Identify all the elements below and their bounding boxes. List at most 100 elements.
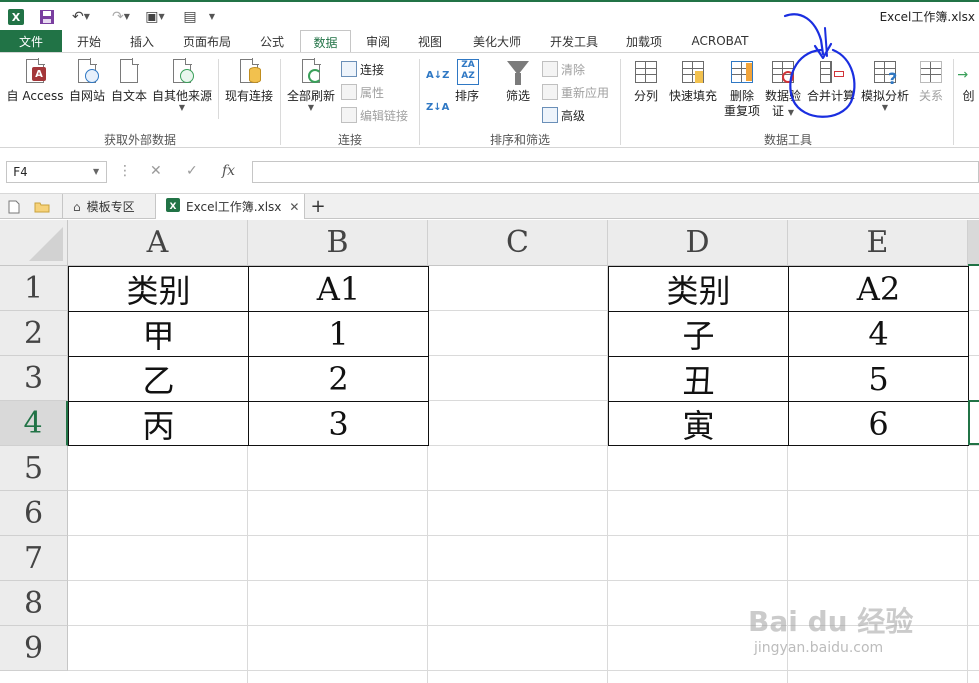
formula-input[interactable] xyxy=(252,161,979,183)
remove-duplicates-button[interactable]: 删除 重复项 xyxy=(722,53,762,119)
tab-review[interactable]: 审阅 xyxy=(356,30,400,52)
relationships-button[interactable]: 关系 xyxy=(914,53,948,104)
active-cell-f4[interactable] xyxy=(968,400,979,445)
row-header-2[interactable]: 2 xyxy=(0,311,68,356)
insert-function-icon[interactable]: fx xyxy=(222,163,235,179)
chevron-down-icon[interactable]: ▼ xyxy=(93,167,99,176)
tab-addins[interactable]: 加载项 xyxy=(616,30,672,52)
ribbon-separator xyxy=(218,59,219,119)
tab-page-layout[interactable]: 页面布局 xyxy=(172,30,242,52)
tab-beautify[interactable]: 美化大师 xyxy=(462,30,532,52)
new-file-icon[interactable] xyxy=(8,194,26,219)
row-header-1[interactable]: 1 xyxy=(0,266,68,311)
toolbox-icon[interactable]: ▣ ▼ xyxy=(140,7,170,27)
advanced-filter-button[interactable]: 高级 xyxy=(542,105,585,125)
clear-filter-button[interactable]: 清除 xyxy=(542,59,585,79)
row-header-8[interactable]: 8 xyxy=(0,581,68,626)
tab-file[interactable]: 文件 xyxy=(0,30,62,52)
add-tab-button[interactable]: + xyxy=(308,194,328,219)
table2-row3-value[interactable]: 6 xyxy=(788,401,969,446)
column-header-b[interactable]: B xyxy=(248,220,428,266)
connections-button[interactable]: 连接 xyxy=(341,59,384,79)
row-header-7[interactable]: 7 xyxy=(0,536,68,581)
table1-row1-value[interactable]: 1 xyxy=(248,311,429,357)
row-header-9[interactable]: 9 xyxy=(0,626,68,671)
table2-row2-category[interactable]: 丑 xyxy=(608,356,789,402)
sort-descending-button[interactable]: Z↓A xyxy=(426,97,449,117)
column-header-e[interactable]: E xyxy=(788,220,968,266)
sort-button[interactable]: ZA AZ 排序 xyxy=(450,53,484,104)
ribbon-tab-row: 文件 开始 插入 页面布局 公式 数据 审阅 视图 美化大师 开发工具 加载项 … xyxy=(0,30,979,53)
table2-row1-category[interactable]: 子 xyxy=(608,311,789,357)
column-header-a[interactable]: A xyxy=(68,220,248,266)
data-validation-button[interactable]: 数据验 证 ▼ xyxy=(763,53,803,119)
flash-fill-icon xyxy=(679,57,707,87)
table1-header-a1[interactable]: A1 xyxy=(248,266,429,312)
table2-header-category[interactable]: 类别 xyxy=(608,266,789,312)
tab-acrobat[interactable]: ACROBAT xyxy=(682,30,758,52)
tab-insert[interactable]: 插入 xyxy=(118,30,166,52)
from-other-sources-button[interactable]: 自其他来源 ▼ xyxy=(150,53,214,112)
existing-connections-button[interactable]: 现有连接 xyxy=(222,53,276,104)
table1-row3-category[interactable]: 丙 xyxy=(68,401,249,446)
reapply-button[interactable]: 重新应用 xyxy=(542,82,609,102)
table2-row2-value[interactable]: 5 xyxy=(788,356,969,402)
tab-data[interactable]: 数据 xyxy=(300,30,351,53)
tab-template-zone[interactable]: ⌂ 模板专区 xyxy=(62,194,154,219)
redo-icon[interactable]: ↷ ▼ xyxy=(106,7,136,27)
row-header-4[interactable]: 4 xyxy=(0,401,68,446)
tab-formulas[interactable]: 公式 xyxy=(248,30,296,52)
enter-icon[interactable]: ✓ xyxy=(186,163,198,179)
properties-button[interactable]: 属性 xyxy=(341,82,384,102)
column-header-d[interactable]: D xyxy=(608,220,788,266)
name-box[interactable]: F4 xyxy=(6,161,107,183)
close-icon[interactable]: ✕ xyxy=(289,200,299,214)
table2-row3-category[interactable]: 寅 xyxy=(608,401,789,446)
from-text-button[interactable]: 自文本 xyxy=(109,53,149,104)
select-all-corner[interactable] xyxy=(0,220,68,266)
table1-row3-value[interactable]: 3 xyxy=(248,401,429,446)
table1-row2-category[interactable]: 乙 xyxy=(68,356,249,402)
filter-button[interactable]: 筛选 xyxy=(502,53,534,104)
ribbon-separator xyxy=(280,59,281,145)
connections-icon xyxy=(341,61,357,77)
refresh-all-button[interactable]: 全部刷新 ▼ xyxy=(285,53,337,112)
properties-icon xyxy=(341,84,357,100)
folder-icon[interactable] xyxy=(34,194,54,219)
cancel-icon[interactable]: ✕ xyxy=(150,163,162,179)
form-icon[interactable]: ▤ xyxy=(180,7,200,27)
what-if-analysis-button[interactable]: ? 模拟分析 ▼ xyxy=(858,53,912,112)
table2-header-a2[interactable]: A2 xyxy=(788,266,969,312)
group-label-data-tools: 数据工具 xyxy=(763,133,812,147)
from-access-button[interactable]: A 自 Access xyxy=(4,53,66,104)
row-header-5[interactable]: 5 xyxy=(0,446,68,491)
from-web-button[interactable]: 自网站 xyxy=(66,53,108,104)
text-to-columns-icon xyxy=(632,57,660,87)
row-header-6[interactable]: 6 xyxy=(0,491,68,536)
tab-view[interactable]: 视图 xyxy=(408,30,452,52)
edit-links-button[interactable]: 编辑链接 xyxy=(341,105,408,125)
sort-dialog-icon: ZA AZ xyxy=(453,57,481,87)
table1-row1-category[interactable]: 甲 xyxy=(68,311,249,357)
tab-workbook-file[interactable]: X Excel工作簿.xlsx ✕ xyxy=(155,194,305,219)
table1-row2-value[interactable]: 2 xyxy=(248,356,429,402)
row-header-3[interactable]: 3 xyxy=(0,356,68,401)
document-title: Excel工作簿.xlsx xyxy=(879,10,975,24)
table2-row1-value[interactable]: 4 xyxy=(788,311,969,357)
other-sources-icon xyxy=(168,57,196,87)
create-group-button[interactable]: → 创 xyxy=(958,53,979,104)
customize-qat-icon[interactable]: ▼ xyxy=(205,7,219,27)
column-header-c[interactable]: C xyxy=(428,220,608,266)
consolidate-button[interactable]: 合并计算 xyxy=(805,53,857,104)
flash-fill-button[interactable]: 快速填充 xyxy=(666,53,720,104)
tab-home[interactable]: 开始 xyxy=(66,30,112,52)
title-bar: X ↶ ▼ ↷ ▼ ▣ ▼ ▤ ▼ Excel工作簿.xlsx xyxy=(0,0,979,30)
save-icon[interactable] xyxy=(36,7,58,27)
column-header-f[interactable] xyxy=(968,220,979,266)
text-to-columns-button[interactable]: 分列 xyxy=(628,53,664,104)
table1-header-category[interactable]: 类别 xyxy=(68,266,249,312)
tab-developer[interactable]: 开发工具 xyxy=(540,30,608,52)
sort-ascending-button[interactable]: A↓Z xyxy=(426,65,449,85)
undo-icon[interactable]: ↶ ▼ xyxy=(66,7,96,27)
existing-connections-icon xyxy=(235,57,263,87)
